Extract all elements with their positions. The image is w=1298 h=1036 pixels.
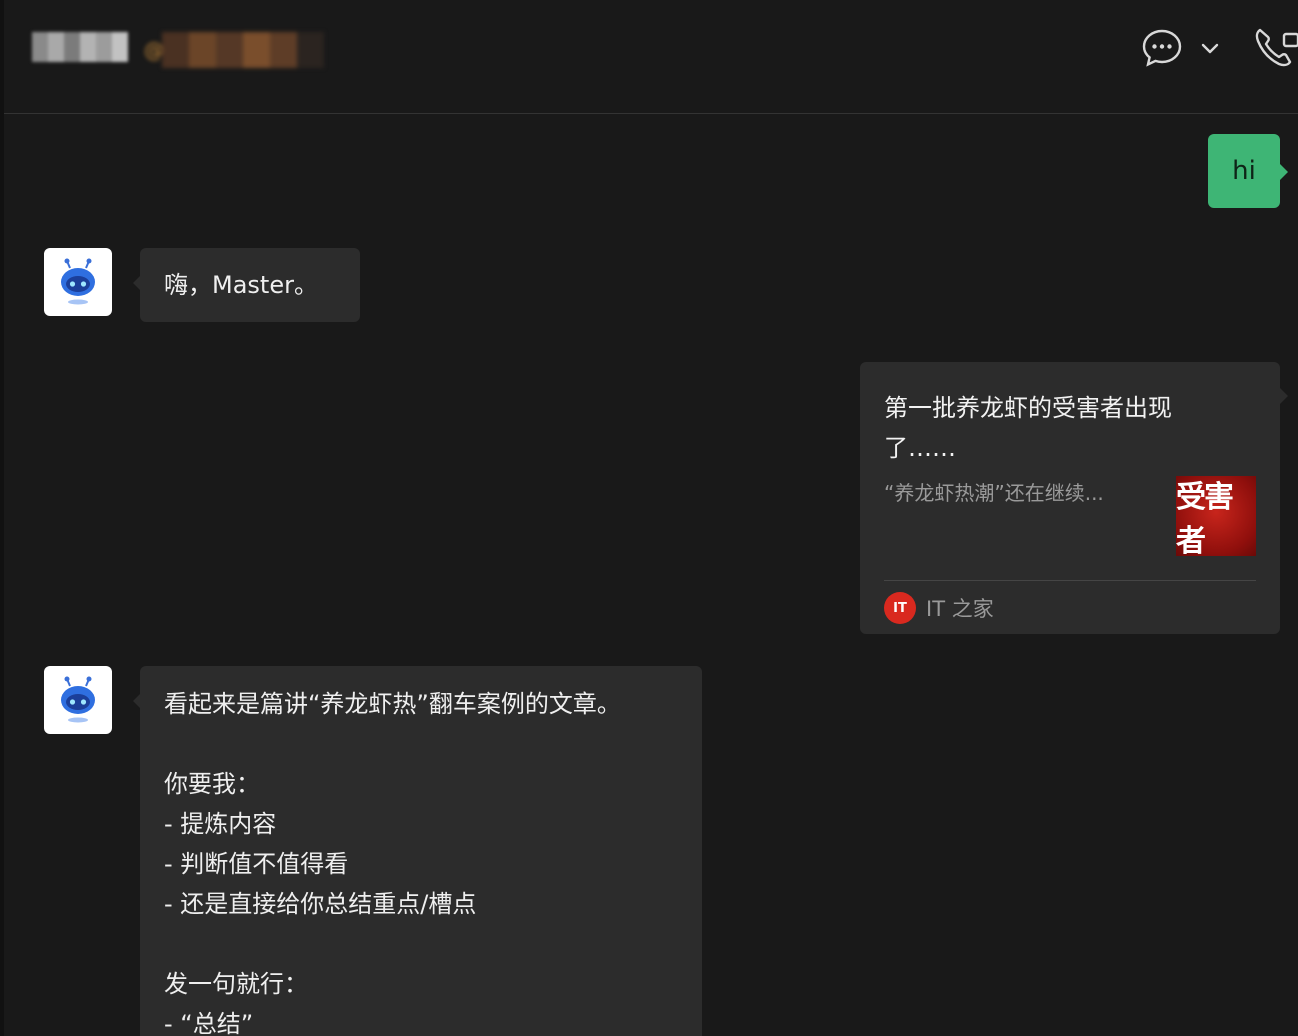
card-thumbnail: 受害者 bbox=[1176, 476, 1256, 556]
chat-window: @ hi 嗨，Master。 第一批养龙虾的受害者出现了…… “养龙虾热潮”还在… bbox=[0, 0, 1298, 1036]
outgoing-message[interactable]: hi bbox=[1208, 134, 1288, 208]
source-name: IT 之家 bbox=[926, 597, 994, 621]
link-card[interactable]: 第一批养龙虾的受害者出现了…… “养龙虾热潮”还在继续... 受害者 IT IT… bbox=[860, 362, 1288, 634]
message-line: 看起来是篇讲“养龙虾热”翻车案例的文章。 bbox=[164, 690, 621, 718]
message-line bbox=[164, 924, 678, 964]
handle-prefix: @ bbox=[144, 38, 164, 62]
robot-icon bbox=[61, 258, 95, 305]
window-edge bbox=[0, 0, 4, 1036]
contact-name-blurred bbox=[32, 32, 128, 62]
phone-video-icon[interactable] bbox=[1254, 24, 1298, 72]
card-divider bbox=[884, 580, 1256, 581]
message-text: 嗨，Master。 bbox=[164, 271, 318, 299]
bot-avatar[interactable] bbox=[44, 666, 112, 734]
message-line: - 提炼内容 bbox=[164, 810, 277, 838]
message-text: hi bbox=[1232, 156, 1256, 186]
incoming-message[interactable]: 看起来是篇讲“养龙虾热”翻车案例的文章。 你要我： - 提炼内容 - 判断值不值… bbox=[133, 666, 702, 1036]
chat-icon[interactable] bbox=[1140, 26, 1184, 70]
chat-header: @ bbox=[4, 0, 1298, 114]
thumbnail-text: 受害者 bbox=[1176, 480, 1234, 556]
ithome-logo-icon: IT bbox=[884, 592, 916, 624]
bot-avatar[interactable] bbox=[44, 248, 112, 316]
message-line bbox=[164, 724, 678, 764]
incoming-message[interactable]: 嗨，Master。 bbox=[133, 248, 360, 322]
card-source: IT IT 之家 bbox=[884, 590, 994, 626]
message-line: 你要我： bbox=[164, 770, 260, 798]
message-line: 发一句就行： bbox=[164, 970, 308, 998]
chevron-down-icon[interactable] bbox=[1198, 36, 1222, 60]
message-line: - “总结” bbox=[164, 1010, 254, 1036]
card-title: 第一批养龙虾的受害者出现了…… bbox=[884, 394, 1172, 462]
header-actions bbox=[1140, 24, 1298, 72]
message-line: - 判断值不值得看 bbox=[164, 850, 349, 878]
message-line: - 还是直接给你总结重点/槽点 bbox=[164, 890, 477, 918]
robot-icon bbox=[61, 676, 95, 723]
contact-handle-blurred: @ bbox=[144, 32, 324, 68]
card-description: “养龙虾热潮”还在继续... bbox=[884, 481, 1104, 505]
